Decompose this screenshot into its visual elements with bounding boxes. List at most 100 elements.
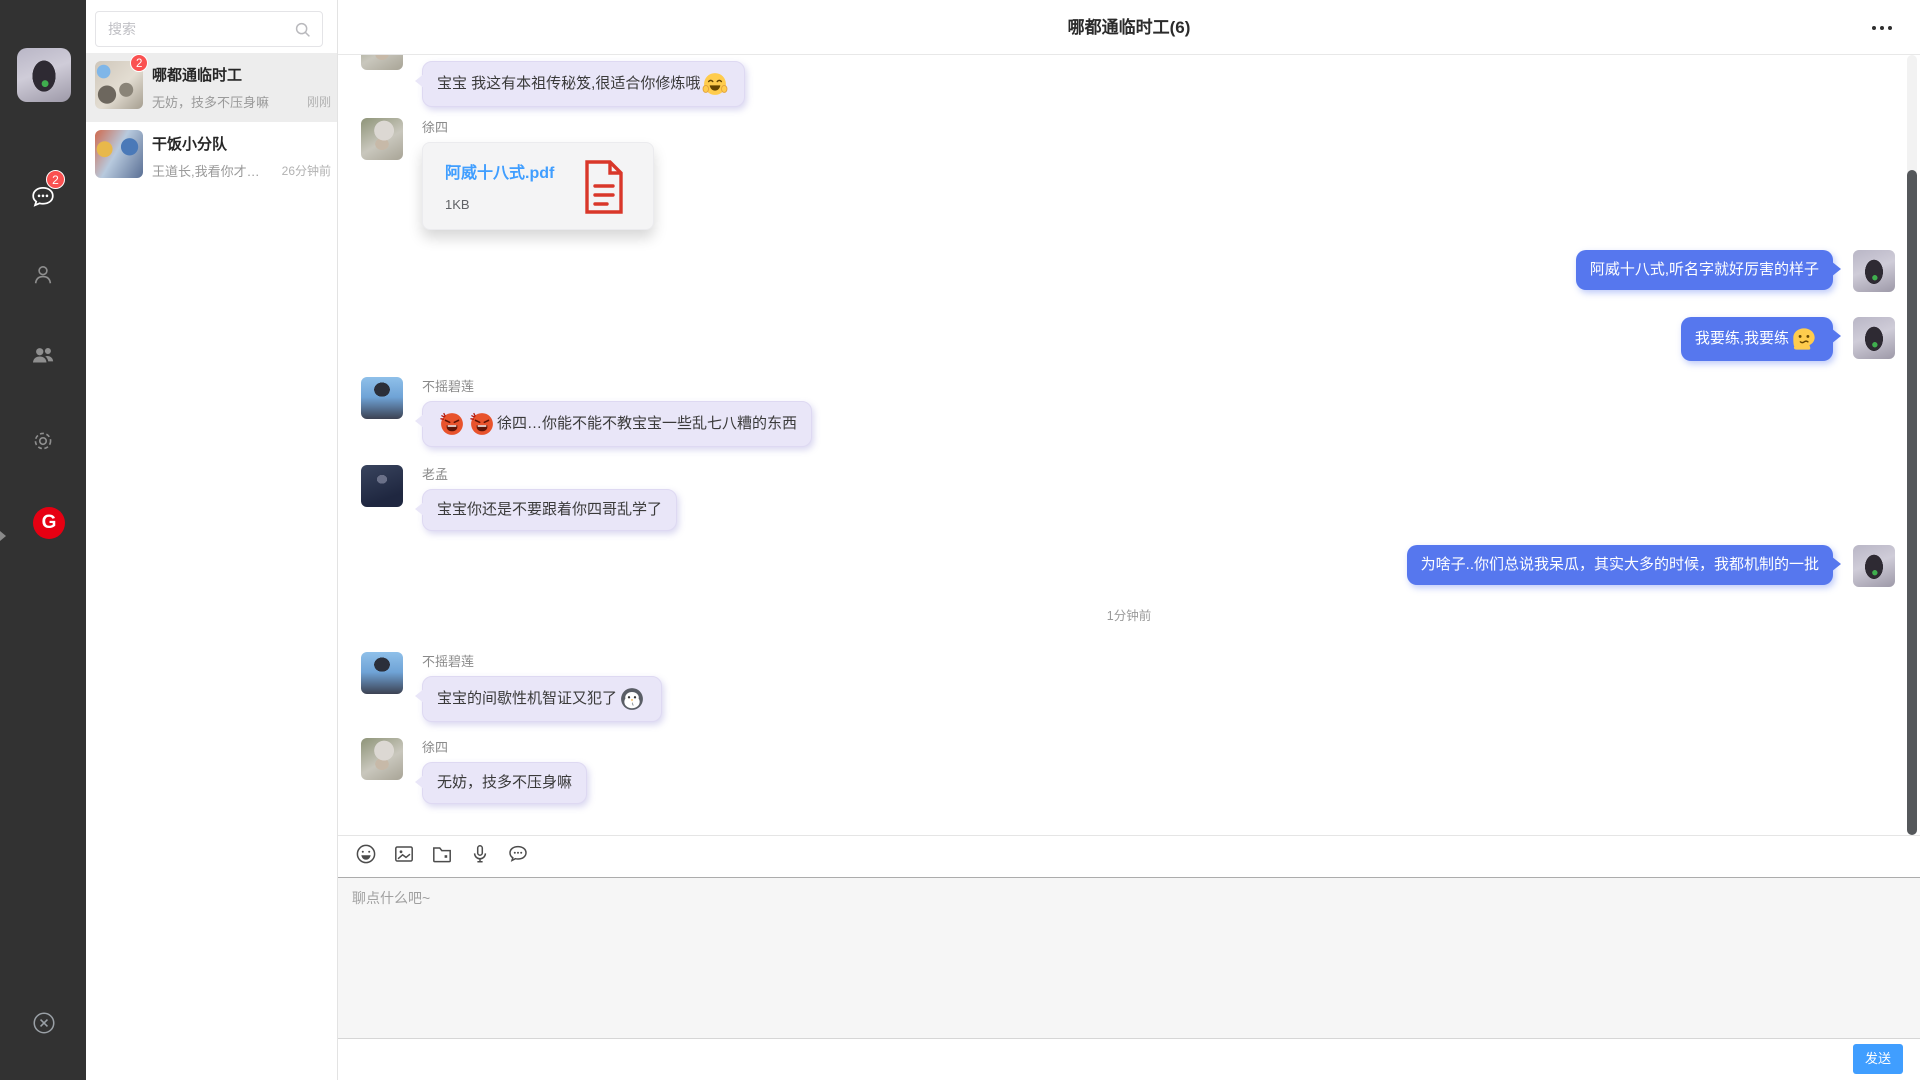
message-avatar[interactable] [361, 652, 403, 694]
message-body: 不摇碧莲宝宝的间歇性机智证又犯了 [422, 652, 662, 722]
search-button[interactable] [292, 19, 314, 41]
message-group: 不摇碧莲宝宝的间歇性机智证又犯了 [361, 652, 662, 722]
panel-expand-handle[interactable] [0, 531, 6, 541]
image-button[interactable] [391, 844, 416, 869]
gear-icon [30, 428, 56, 454]
message-group: 阿威十八式,听名字就好厉害的样子 [1576, 250, 1895, 292]
message-text: 宝宝你还是不要跟着你四哥乱学了 [437, 499, 662, 521]
message-editor [338, 877, 1920, 1039]
sender-name: 徐四 [422, 120, 448, 136]
app-logo: G [33, 507, 65, 539]
scrollbar-thumb[interactable] [1907, 170, 1917, 835]
message-bubble: 徐四…你能不能不教宝宝一些乱七八糟的东西 [422, 401, 812, 447]
message-avatar[interactable] [361, 738, 403, 780]
message-body: 老孟宝宝你还是不要跟着你四哥乱学了 [422, 465, 677, 531]
message-body: 徐四无妨，技多不压身嘛 [422, 738, 587, 804]
message-body: 徐四阿威十八式.pdf 1KB [422, 118, 654, 230]
search-input[interactable] [96, 12, 292, 46]
search-icon [292, 28, 314, 45]
chat-title: 哪都通临时工(6) [338, 0, 1920, 55]
message-bubble: 无妨，技多不压身嘛 [422, 762, 587, 804]
mic-button[interactable] [467, 844, 492, 869]
message-text: 徐四…你能不能不教宝宝一些乱七八糟的东西 [497, 413, 797, 435]
message-group: 我要练,我要练 [1681, 317, 1895, 361]
message-avatar[interactable] [1853, 545, 1895, 587]
person-icon [30, 262, 56, 288]
conversation-item[interactable]: 2哪都通临时工无妨，技多不压身嘛刚刚 [86, 53, 337, 122]
message-bubble: 我要练,我要练 [1681, 317, 1833, 361]
folder-icon [430, 842, 454, 871]
ellipsis-icon [1872, 26, 1892, 30]
search-box [95, 11, 323, 47]
chat-bubble-button[interactable] [505, 844, 530, 869]
emoji-icon [354, 842, 378, 871]
message-body: 宝宝 我这有本祖传秘笈,很适合你修炼哦 [422, 61, 745, 107]
file-name[interactable]: 阿威十八式.pdf [445, 159, 554, 183]
message-avatar[interactable] [361, 55, 403, 70]
sender-name: 徐四 [422, 740, 448, 756]
message-group: 不摇碧莲 徐四…你能不能不教宝宝一些乱七八糟的东西 [361, 377, 812, 447]
conversation-time: 刚刚 [307, 93, 331, 110]
message-bubble: 为啥子..你们总说我呆瓜，其实大多的时候，我都机制的一批 [1407, 545, 1833, 585]
message-avatar[interactable] [361, 465, 403, 507]
nav-rail: 2 [0, 0, 86, 1080]
sidebar-item-settings[interactable] [24, 422, 62, 460]
unread-badge: 2 [130, 54, 148, 72]
message-text: 无妨，技多不压身嘛 [437, 772, 572, 794]
conversation-title: 干饭小分队 [152, 133, 227, 154]
message-avatar[interactable] [1853, 250, 1895, 292]
chat-unread-badge: 2 [46, 170, 65, 189]
pdf-file-icon [581, 159, 627, 215]
time-divider: 1分钟前 [338, 605, 1920, 624]
message-bubble: 宝宝你还是不要跟着你四哥乱学了 [422, 489, 677, 531]
composer-toolbar [338, 835, 1920, 877]
chat-bubble-icon [506, 842, 530, 871]
enraged-face-emoji [469, 411, 495, 437]
conversation-list-panel: 2哪都通临时工无妨，技多不压身嘛刚刚干饭小分队王道长,我看你才…26分钟前 [86, 0, 337, 1080]
message-text: 宝宝的间歇性机智证又犯了 [437, 688, 617, 710]
message-body: 阿威十八式,听名字就好厉害的样子 [1576, 250, 1833, 290]
message-bubble: 宝宝的间歇性机智证又犯了 [422, 676, 662, 722]
message-group: 徐四阿威十八式.pdf 1KB [361, 118, 654, 230]
folder-button[interactable] [429, 844, 454, 869]
send-button[interactable]: 发送 [1853, 1044, 1903, 1074]
message-text: 宝宝 我这有本祖传秘笈,很适合你修炼哦 [437, 73, 700, 95]
message-avatar[interactable] [361, 118, 403, 160]
file-message-card[interactable]: 阿威十八式.pdf 1KB [422, 142, 654, 230]
image-icon [392, 842, 416, 871]
message-body: 不摇碧莲 徐四…你能不能不教宝宝一些乱七八糟的东西 [422, 377, 812, 447]
message-avatar[interactable] [1853, 317, 1895, 359]
sender-name: 不摇碧莲 [422, 379, 474, 395]
conversation-preview: 王道长,我看你才… [152, 161, 260, 180]
chat-panel: 哪都通临时工(6) 宝宝 我这有本祖传秘笈,很适合你修炼哦 徐四阿威十八式.pd… [337, 0, 1920, 1080]
enraged-face-emoji [439, 411, 465, 437]
sidebar-item-groups[interactable] [24, 336, 62, 374]
group-icon [29, 341, 57, 369]
sender-name: 老孟 [422, 467, 448, 483]
chat-app-window: 2 [0, 0, 1920, 1080]
message-input[interactable] [338, 878, 1920, 1038]
message-group: 宝宝 我这有本祖传秘笈,很适合你修炼哦 [361, 61, 745, 107]
user-avatar[interactable] [17, 48, 71, 102]
more-menu-button[interactable] [1872, 24, 1898, 32]
message-group: 为啥子..你们总说我呆瓜，其实大多的时候，我都机制的一批 [1407, 545, 1895, 587]
penguin-emoji [619, 686, 645, 712]
sidebar-item-contacts[interactable] [24, 256, 62, 294]
file-size: 1KB [445, 197, 470, 212]
message-avatar[interactable] [361, 377, 403, 419]
close-button[interactable] [31, 1010, 57, 1036]
message-text: 我要练,我要练 [1695, 328, 1789, 350]
conversation-list: 2哪都通临时工无妨，技多不压身嘛刚刚干饭小分队王道长,我看你才…26分钟前 [86, 53, 337, 191]
message-group: 老孟宝宝你还是不要跟着你四哥乱学了 [361, 465, 677, 531]
melting-face-emoji [1791, 326, 1817, 352]
emoji-button[interactable] [353, 844, 378, 869]
conversation-avatar [95, 130, 143, 178]
close-icon [31, 1010, 57, 1036]
send-row: 发送 [338, 1039, 1920, 1080]
message-group: 徐四无妨，技多不压身嘛 [361, 738, 587, 804]
message-bubble: 宝宝 我这有本祖传秘笈,很适合你修炼哦 [422, 61, 745, 107]
message-body: 为啥子..你们总说我呆瓜，其实大多的时候，我都机制的一批 [1407, 545, 1833, 585]
conversation-item[interactable]: 干饭小分队王道长,我看你才…26分钟前 [86, 122, 337, 191]
message-text: 阿威十八式,听名字就好厉害的样子 [1590, 259, 1819, 281]
conversation-title: 哪都通临时工 [152, 64, 242, 85]
